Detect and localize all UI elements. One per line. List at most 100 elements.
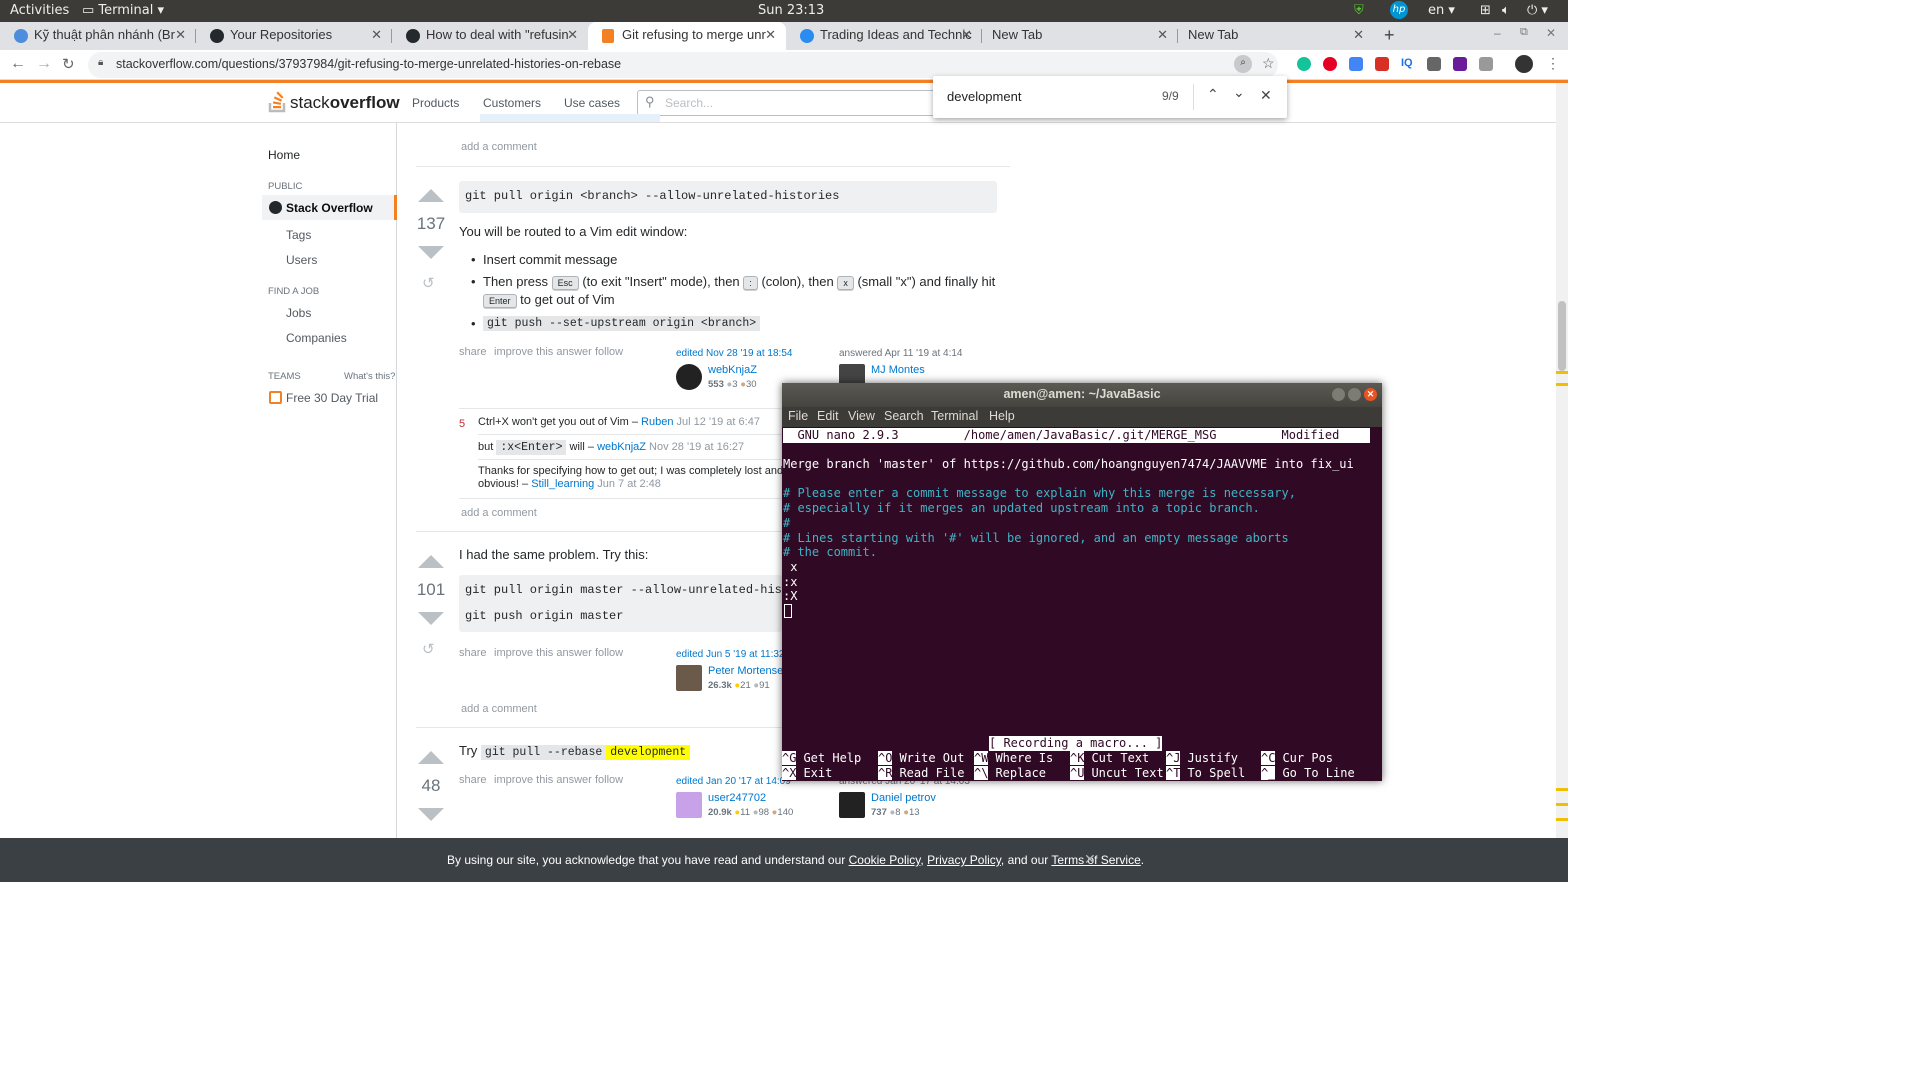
close-icon[interactable]: ✕ — [371, 27, 382, 43]
terminal-menu-file[interactable]: File — [788, 409, 808, 423]
close-icon[interactable]: ✕ — [1157, 27, 1168, 43]
page-scrollbar[interactable] — [1556, 83, 1568, 838]
terminal-menu-edit[interactable]: Edit — [817, 409, 839, 423]
share-link[interactable]: share — [459, 647, 487, 659]
follow-link[interactable]: follow — [595, 346, 623, 358]
minimize-icon[interactable]: – — [1494, 26, 1501, 40]
terminal-screen[interactable]: GNU nano 2.9.3 /home/amen/JavaBasic/.git… — [782, 427, 1382, 781]
app-menu[interactable]: ▭ Terminal ▾ — [82, 3, 164, 18]
comment-user-link[interactable]: webKnjaZ — [597, 441, 646, 453]
user-link[interactable]: Daniel petrov — [871, 792, 936, 804]
sidebar-item-companies[interactable]: Companies — [286, 331, 347, 345]
add-comment-link[interactable]: add a comment — [461, 507, 537, 519]
terminal-titlebar[interactable]: amen@amen: ~/JavaBasic ✕ — [782, 383, 1382, 407]
avatar[interactable] — [676, 364, 702, 390]
cookie-close-icon[interactable]: ✕ — [1084, 851, 1096, 868]
grammarly-icon[interactable] — [1297, 57, 1311, 71]
share-link[interactable]: share — [459, 346, 487, 358]
sidebar-item-tags[interactable]: Tags — [286, 228, 311, 242]
terminal-minimize-icon[interactable] — [1332, 388, 1345, 401]
sidebar-item-users[interactable]: Users — [286, 253, 317, 267]
comment-user-link[interactable]: Still_learning — [531, 478, 594, 490]
terminal-scrollbar[interactable] — [1372, 427, 1382, 781]
avatar[interactable] — [676, 665, 702, 691]
close-icon[interactable]: ✕ — [567, 27, 578, 43]
downvote-arrow-icon[interactable] — [418, 246, 444, 259]
add-comment-link[interactable]: add a comment — [461, 703, 537, 715]
tab-1[interactable]: Kỹ thuật phân nhánh (Br ✕ — [0, 22, 196, 50]
iq-icon[interactable]: IQ — [1401, 57, 1415, 71]
free-trial-link[interactable]: Free 30 Day Trial — [286, 391, 378, 405]
tab-4-active[interactable]: Git refusing to merge unr ✕ — [588, 22, 786, 50]
close-icon[interactable]: ✕ — [961, 27, 972, 43]
find-previous-chevron-up-icon[interactable]: ⌃ — [1207, 86, 1219, 103]
volume-icon[interactable]: 🔈︎ — [1502, 3, 1510, 18]
power-icon[interactable]: ⏻ ▾ — [1527, 3, 1548, 18]
downvote-arrow-icon[interactable] — [418, 808, 444, 821]
avatar[interactable] — [676, 792, 702, 818]
find-in-page-icon[interactable]: ⌕ — [1234, 55, 1252, 73]
edited-link[interactable]: edited Jun 5 '19 at 11:32 — [676, 649, 784, 660]
terminal-menu-help[interactable]: Help — [989, 409, 1015, 423]
tab-3[interactable]: How to deal with "refusin ✕ — [392, 22, 588, 50]
restore-icon[interactable]: ⧉ — [1520, 26, 1528, 39]
upvote-arrow-icon[interactable] — [418, 189, 444, 202]
find-next-chevron-down-icon[interactable]: ⌄ — [1233, 84, 1245, 101]
new-tab-plus-icon[interactable]: + — [1384, 25, 1395, 46]
user-link[interactable]: Peter Mortensen — [708, 665, 789, 677]
upvote-arrow-icon[interactable] — [418, 751, 444, 764]
clock[interactable]: Sun 23:13 — [758, 3, 824, 18]
extension-purple-icon[interactable] — [1453, 57, 1467, 71]
user-link[interactable]: webKnjaZ — [708, 364, 757, 376]
hp-icon[interactable]: hp — [1390, 1, 1408, 19]
terminal-menu-terminal[interactable]: Terminal — [931, 409, 978, 423]
pinterest-icon[interactable] — [1323, 57, 1337, 71]
downvote-arrow-icon[interactable] — [418, 612, 444, 625]
cookie-policy-link[interactable]: Cookie Policy — [849, 853, 921, 867]
star-icon[interactable]: ☆ — [1262, 55, 1275, 72]
terminal-menu-search[interactable]: Search — [884, 409, 924, 423]
edited-link[interactable]: edited Nov 28 '19 at 18:54 — [676, 348, 792, 359]
nav-use-cases[interactable]: Use cases — [564, 96, 620, 110]
window-close-icon[interactable]: ✕ — [1546, 26, 1556, 40]
nav-customers[interactable]: Customers — [483, 96, 541, 110]
comment-user-link[interactable]: Ruben — [641, 416, 673, 428]
follow-link[interactable]: follow — [595, 774, 623, 786]
terminal-close-icon[interactable]: ✕ — [1364, 388, 1377, 401]
close-icon[interactable]: ✕ — [765, 27, 776, 43]
sidebar-item-jobs[interactable]: Jobs — [286, 306, 311, 320]
logo-text[interactable]: stackoverflow — [290, 93, 400, 113]
language-indicator[interactable]: en ▾ — [1428, 3, 1455, 18]
menu-kebab-icon[interactable]: ⋮ — [1546, 55, 1560, 72]
translate-icon[interactable] — [1349, 57, 1363, 71]
find-input[interactable]: development — [947, 89, 1021, 104]
network-icon[interactable]: ⊞ — [1480, 3, 1491, 18]
profile-avatar[interactable] — [1515, 55, 1533, 73]
nav-products[interactable]: Products — [412, 96, 459, 110]
share-link[interactable]: share — [459, 774, 487, 786]
privacy-policy-link[interactable]: Privacy Policy — [927, 853, 1001, 867]
find-close-icon[interactable]: ✕ — [1260, 87, 1272, 104]
scrollbar-thumb[interactable] — [1558, 301, 1566, 371]
follow-link[interactable]: follow — [595, 647, 623, 659]
tab-6[interactable]: New Tab ✕ — [982, 22, 1178, 50]
close-icon[interactable]: ✕ — [175, 27, 186, 43]
avatar[interactable] — [839, 792, 865, 818]
shield-icon[interactable]: ⛨ — [1354, 3, 1364, 18]
tab-5[interactable]: Trading Ideas and Technic ✕ — [786, 22, 982, 50]
history-icon[interactable]: ↺ — [422, 640, 435, 658]
terms-link[interactable]: Terms of Service — [1051, 853, 1140, 867]
sidebar-item-stack-overflow[interactable]: Stack Overflow — [262, 195, 397, 220]
terminal-menu-view[interactable]: View — [848, 409, 875, 423]
close-icon[interactable]: ✕ — [1353, 27, 1364, 43]
terminal-window[interactable]: amen@amen: ~/JavaBasic ✕ File Edit View … — [782, 383, 1382, 781]
back-arrow-icon[interactable]: ← — [10, 55, 26, 73]
address-bar[interactable]: 🔒︎ stackoverflow.com/questions/37937984/… — [88, 52, 1278, 78]
activities-button[interactable]: Activities — [10, 3, 69, 18]
upvote-arrow-icon[interactable] — [418, 555, 444, 568]
user-link[interactable]: MJ Montes — [871, 364, 925, 376]
extension-red-icon[interactable] — [1375, 57, 1389, 71]
extension-puzzle-icon[interactable] — [1479, 57, 1493, 71]
reload-icon[interactable]: ↻ — [62, 55, 75, 73]
terminal-maximize-icon[interactable] — [1348, 388, 1361, 401]
